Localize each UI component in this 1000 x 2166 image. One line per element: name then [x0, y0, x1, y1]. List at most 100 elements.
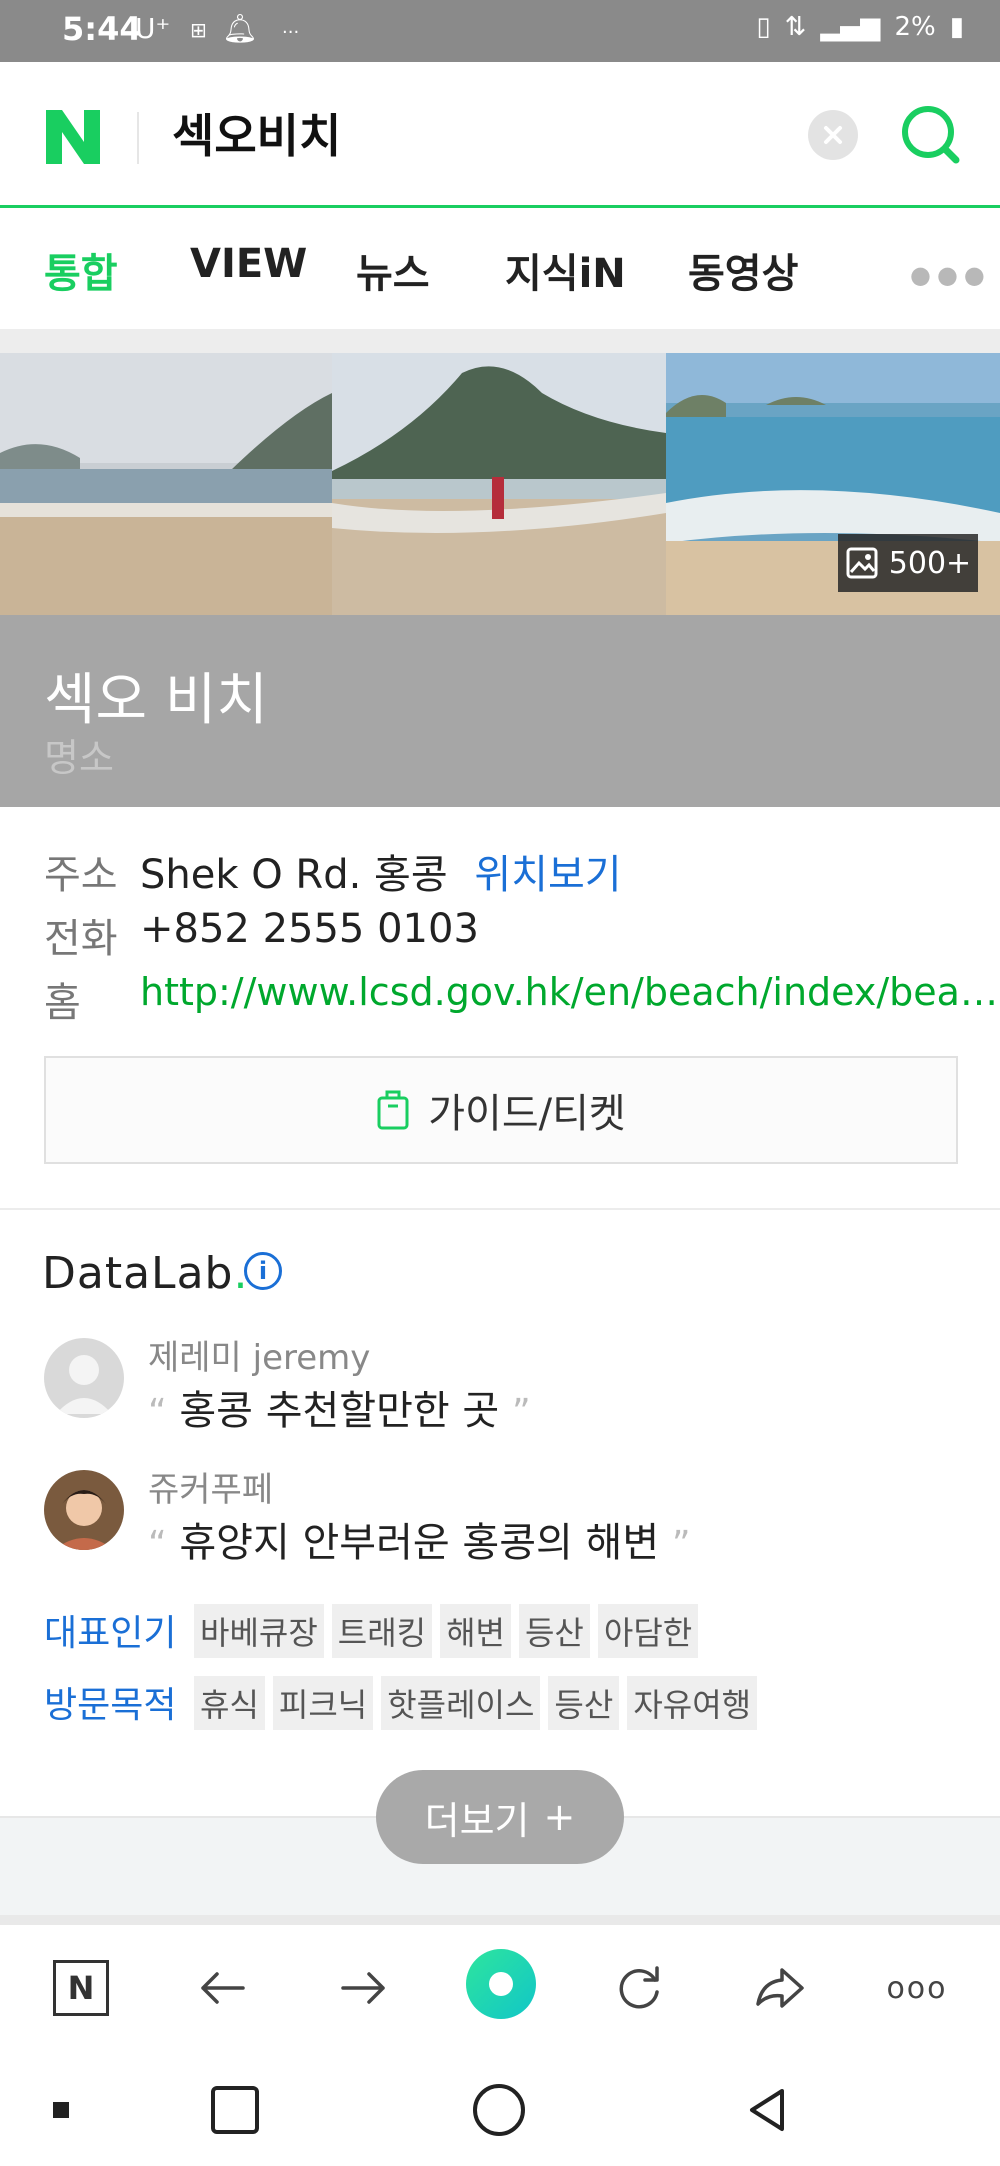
review-text: 홍콩 추천할만한 곳	[179, 1388, 500, 1434]
arrow-left-icon	[201, 1972, 245, 2004]
share-button[interactable]	[744, 1953, 814, 2023]
tab-knowledge-in[interactable]: 지식iN	[505, 241, 626, 299]
naver-logo-icon[interactable]	[44, 108, 102, 166]
tabs-more-icon[interactable]: ●●●	[910, 261, 991, 289]
tab-view[interactable]: VIEW	[190, 241, 307, 287]
forward-button[interactable]	[328, 1953, 398, 2023]
square-dot-icon	[53, 2102, 69, 2118]
homepage-label: 홈	[44, 980, 81, 1026]
home-button[interactable]	[464, 2075, 534, 2145]
address-label: 주소	[44, 852, 118, 898]
open-quote-icon: “	[148, 1524, 167, 1565]
refresh-button[interactable]	[604, 1953, 674, 2023]
clear-search-button[interactable]	[808, 110, 858, 160]
show-more-label: 더보기	[424, 1798, 530, 1843]
keyword-chip[interactable]: 아담한	[597, 1604, 699, 1658]
section-gap	[0, 1915, 1000, 1925]
avatar[interactable]	[44, 1338, 124, 1418]
beach-photo-1[interactable]	[0, 353, 332, 615]
tab-news[interactable]: 뉴스	[356, 241, 430, 299]
reviewer-name: 제레미 jeremy	[148, 1338, 371, 1378]
keyword-chip[interactable]: 자유여행	[627, 1676, 758, 1730]
home-circle-icon	[473, 2084, 525, 2136]
naver-home-button[interactable]: N	[46, 1953, 116, 2023]
status-bar: 5:44 U⁺ ⊞ 🔔︎ ··· ▯ ⇅ ▂▄▆ 2% ▮	[0, 0, 1000, 62]
show-more-button[interactable]: 더보기 +	[376, 1770, 624, 1864]
data-network-icon: ⇅	[784, 12, 807, 42]
address-value: Shek O Rd. 홍콩 위치보기	[140, 842, 622, 900]
photo-strip: 500+	[0, 353, 1000, 615]
beach-photo-2[interactable]	[332, 353, 666, 615]
status-right-group: ▯ ⇅ ▂▄▆ 2% ▮	[756, 12, 964, 42]
review-quote[interactable]: “ 홍콩 추천할만한 곳 ”	[148, 1378, 531, 1436]
place-title-panel: 섹오 비치 명소	[0, 615, 1000, 807]
search-tabs: 통합 VIEW 뉴스 지식iN 동영상 ●●●	[0, 211, 1000, 329]
back-button[interactable]	[188, 1953, 258, 2023]
phone-label: 전화	[44, 916, 118, 962]
reviewer-name: 쥬커푸페	[148, 1470, 274, 1510]
keyword-chip[interactable]: 핫플레이스	[381, 1676, 541, 1730]
tab-integrated[interactable]: 통합	[44, 241, 118, 299]
more-notifications-icon: ···	[282, 22, 300, 43]
arrow-right-icon	[341, 1972, 385, 2004]
close-quote-icon: ”	[511, 1392, 531, 1433]
keyword-chip[interactable]: 휴식	[194, 1676, 265, 1730]
recent-apps-button[interactable]	[200, 2075, 270, 2145]
system-dot-button[interactable]	[26, 2075, 96, 2145]
battery-percent: 2%	[894, 12, 936, 42]
place-category: 명소	[44, 736, 114, 780]
vibrate-icon: ▯	[756, 12, 771, 42]
section-gap	[0, 329, 1000, 353]
datalab-title-main: DataLab	[42, 1248, 234, 1299]
homepage-link[interactable]: http://www.lcsd.gov.hk/en/beach/index/be…	[140, 970, 998, 1014]
keyword-chip[interactable]: 피크닉	[272, 1676, 374, 1730]
close-quote-icon: ”	[671, 1524, 691, 1565]
keyword-chip[interactable]: 해변	[440, 1604, 511, 1658]
review-quote[interactable]: “ 휴양지 안부러운 홍콩의 해변 ”	[148, 1510, 691, 1568]
naver-home-icon: N	[53, 1960, 109, 2016]
browser-toolbar: N ooo	[0, 1925, 1000, 2051]
search-icon[interactable]	[898, 102, 964, 168]
keyword-chip[interactable]: 등산	[548, 1676, 620, 1730]
green-dot-button[interactable]	[464, 1947, 538, 2021]
header-divider	[137, 112, 139, 164]
address-text: Shek O Rd. 홍콩	[140, 852, 448, 898]
keyword-label-popular: 대표인기	[44, 1613, 177, 1654]
search-query-text[interactable]: 섹오비치	[172, 100, 341, 166]
keyword-chip[interactable]: 트래킹	[331, 1604, 433, 1658]
image-gallery-icon	[846, 547, 878, 579]
signal-icon: ▂▄▆	[820, 12, 881, 42]
refresh-icon	[619, 1966, 659, 2009]
share-icon	[756, 1968, 804, 2008]
keyword-chips-popular: 바베큐장 트래킹 해변 등산 아담한	[194, 1604, 699, 1658]
photo-count-badge[interactable]: 500+	[838, 534, 978, 592]
avatar[interactable]	[44, 1470, 124, 1550]
status-time: 5:44	[62, 10, 142, 48]
keyword-chips-purpose: 휴식 피크닉 핫플레이스 등산 자유여행	[194, 1676, 758, 1730]
keyword-chip[interactable]: 바베큐장	[194, 1604, 324, 1658]
section-divider	[0, 1208, 1000, 1210]
search-header: 섹오비치	[0, 62, 1000, 208]
phone-value[interactable]: +852 2555 0103	[140, 906, 479, 952]
guide-ticket-label: 가이드/티켓	[428, 1091, 626, 1137]
system-back-button[interactable]	[732, 2075, 802, 2145]
carrier-label: U⁺	[135, 12, 171, 45]
keyword-label-purpose: 방문목적	[44, 1685, 177, 1726]
luggage-icon	[377, 1090, 409, 1130]
photo-count: 500+	[888, 545, 972, 581]
notification-bell-icon: 🔔︎	[222, 12, 258, 45]
info-icon[interactable]: i	[244, 1252, 282, 1290]
place-name: 섹오 비치	[44, 668, 268, 733]
tab-video[interactable]: 동영상	[688, 241, 798, 299]
datalab-title: DataLab.	[42, 1248, 248, 1299]
plus-icon: +	[543, 1795, 576, 1839]
system-navigation-bar	[0, 2051, 1000, 2166]
green-dot-icon	[466, 1949, 536, 2019]
close-icon	[824, 126, 842, 144]
keyword-chip[interactable]: 등산	[518, 1604, 590, 1658]
guide-ticket-button[interactable]: 가이드/티켓	[44, 1056, 958, 1164]
more-menu-button[interactable]: ooo	[882, 1953, 952, 2023]
battery-icon: ▮	[949, 12, 964, 42]
open-quote-icon: “	[148, 1392, 167, 1433]
map-view-link[interactable]: 위치보기	[474, 852, 621, 898]
